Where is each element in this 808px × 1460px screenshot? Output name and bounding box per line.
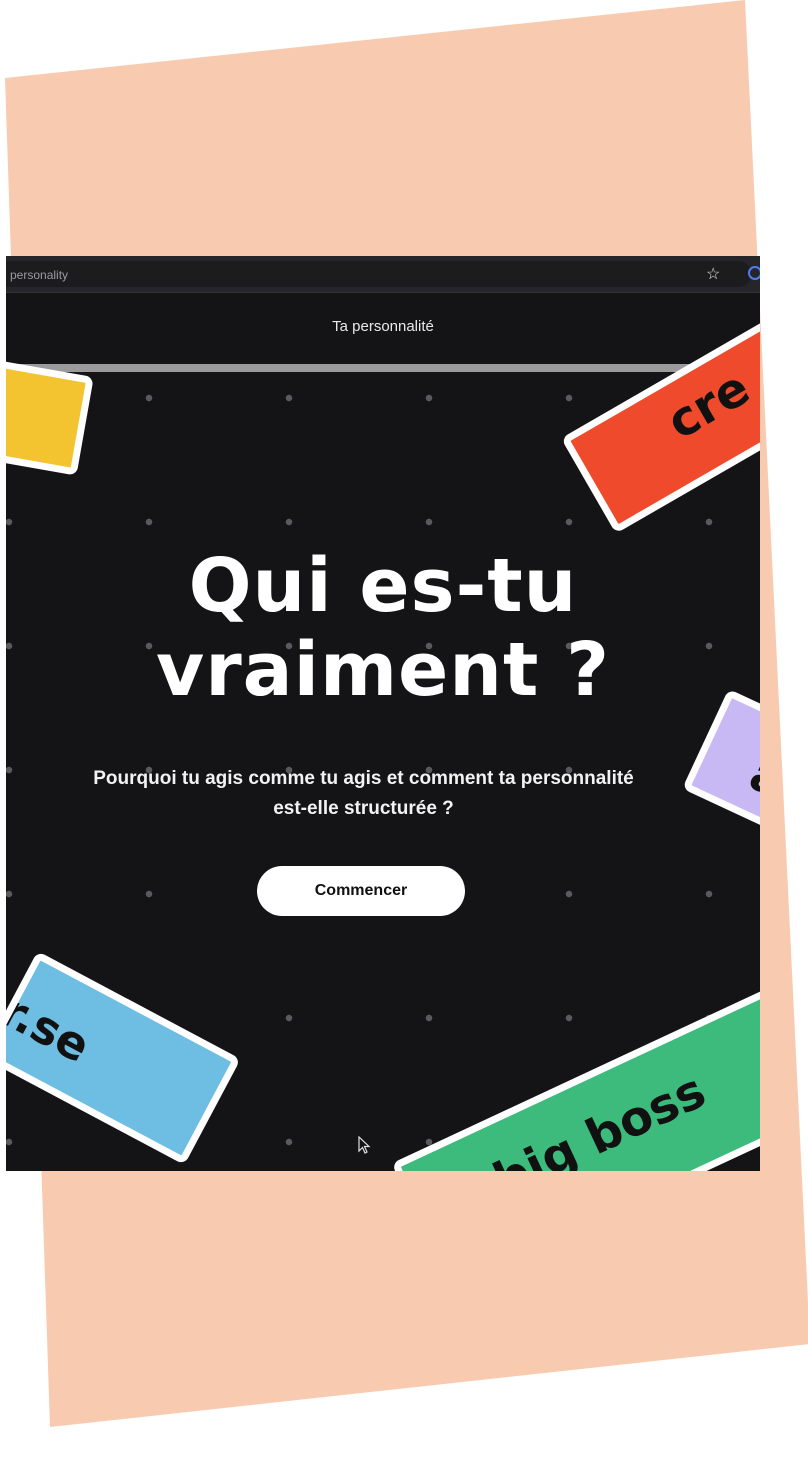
browser-toolbar: personality ☆ [6,256,760,293]
page-title: Ta personnalité [332,318,434,335]
browser-screenshot: personality ☆ Ta personnalité cre a r.se… [6,256,760,1171]
address-bar-url: personality [10,268,69,282]
tag-red-label: cre [657,359,760,451]
hero-heading-line2: vraiment ? [155,627,611,713]
star-icon[interactable]: ☆ [706,264,720,284]
start-button[interactable]: Commencer [257,866,465,916]
tag-blue-label: r.se [6,982,100,1074]
extension-icon[interactable] [748,266,760,280]
address-bar[interactable] [6,261,751,287]
cursor-icon [358,1136,371,1154]
hero-subtitle: Pourquoi tu agis comme tu agis et commen… [6,764,721,824]
hero-subtitle-line2: est-elle structurée ? [273,798,454,819]
hero-subtitle-line1: Pourquoi tu agis comme tu agis et commen… [93,768,634,789]
hero-heading: Qui es-tu vraiment ? [6,544,760,712]
progress-bar [6,364,760,372]
tag-purple-label: a [741,746,760,809]
hero-heading-line1: Qui es-tu [188,543,578,629]
